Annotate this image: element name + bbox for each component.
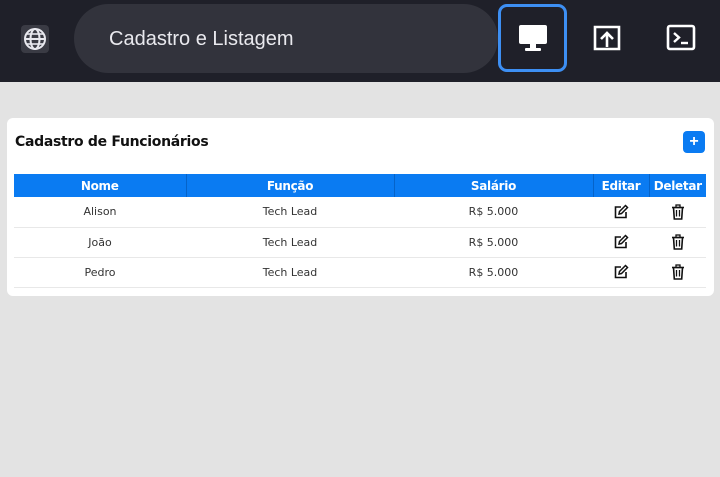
column-header-salario: Salário: [394, 174, 594, 197]
cell-salario: R$ 5.000: [394, 257, 593, 288]
add-employee-button[interactable]: +: [683, 131, 705, 153]
cell-salario: R$ 5.000: [394, 227, 593, 258]
column-header-funcao: Função: [186, 174, 395, 197]
table-header-row: Nome Função Salário Editar Deletar: [14, 174, 706, 197]
edit-cell: [593, 197, 649, 228]
edit-icon[interactable]: [613, 204, 629, 220]
table-row: João Tech Lead R$ 5.000: [14, 227, 706, 258]
delete-cell: [649, 227, 706, 258]
employee-table: Nome Função Salário Editar Deletar Aliso…: [14, 174, 706, 288]
globe-icon: [21, 25, 49, 53]
delete-cell: [649, 197, 706, 228]
cell-nome: João: [14, 227, 186, 258]
card-title: Cadastro de Funcionários: [15, 134, 209, 150]
table-row: Pedro Tech Lead R$ 5.000: [14, 257, 706, 288]
edit-icon[interactable]: [613, 264, 629, 280]
cell-salario: R$ 5.000: [394, 197, 593, 228]
cell-funcao: Tech Lead: [186, 227, 394, 258]
employee-card: Cadastro de Funcionários + Nome Função S…: [7, 118, 714, 296]
trash-icon[interactable]: [670, 204, 686, 220]
monitor-icon: [518, 25, 547, 51]
table-row: Alison Tech Lead R$ 5.000: [14, 197, 706, 228]
edit-cell: [593, 257, 649, 288]
cell-nome: Pedro: [14, 257, 186, 288]
terminal-button[interactable]: [646, 4, 715, 72]
column-header-deletar: Deletar: [649, 174, 706, 197]
delete-cell: [649, 257, 706, 288]
terminal-icon: [666, 24, 695, 51]
trash-icon[interactable]: [670, 264, 686, 280]
upload-box-icon: [593, 25, 620, 51]
open-external-button[interactable]: [572, 4, 641, 72]
page-title: Cadastro e Listagem: [109, 28, 294, 50]
edit-icon[interactable]: [613, 234, 629, 250]
edit-cell: [593, 227, 649, 258]
cell-funcao: Tech Lead: [186, 257, 394, 288]
cell-funcao: Tech Lead: [186, 197, 394, 228]
column-header-nome: Nome: [14, 174, 187, 197]
globe-button[interactable]: [18, 22, 52, 56]
desktop-view-button[interactable]: [498, 4, 567, 72]
column-header-editar: Editar: [593, 174, 650, 197]
top-bar: Cadastro e Listagem: [0, 0, 720, 82]
trash-icon[interactable]: [670, 234, 686, 250]
cell-nome: Alison: [14, 197, 186, 228]
title-bar[interactable]: Cadastro e Listagem: [74, 4, 498, 73]
